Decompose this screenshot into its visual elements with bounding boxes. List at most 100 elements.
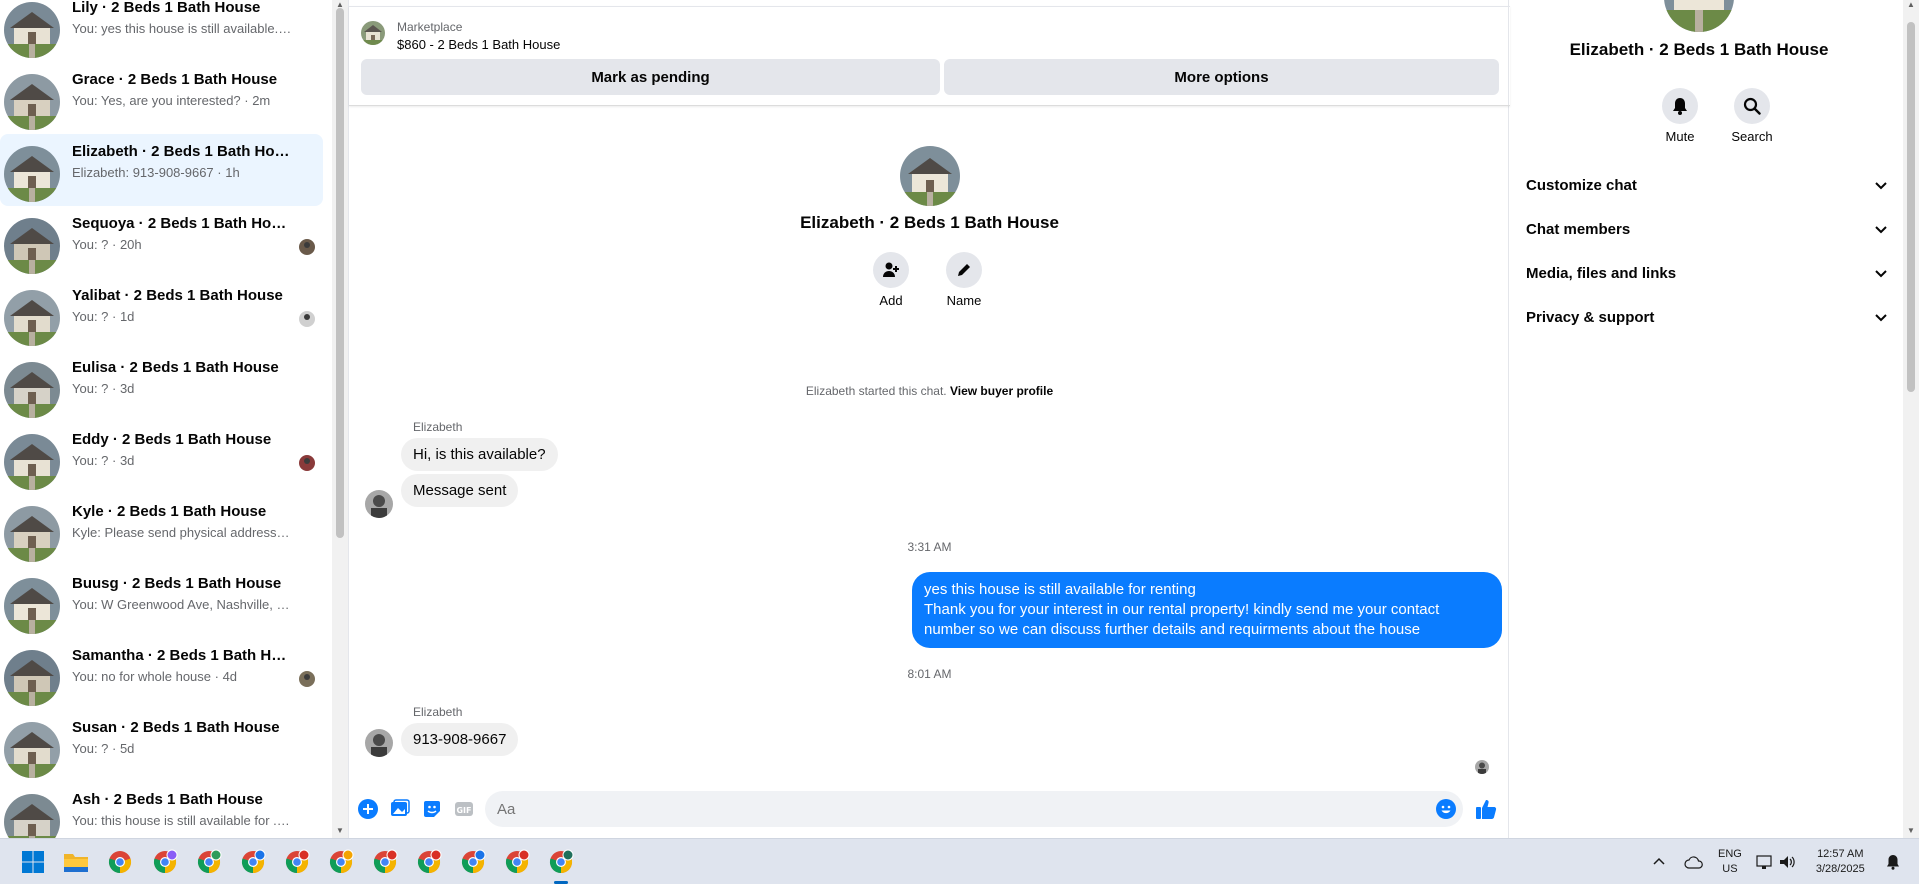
scroll-down-arrow-icon[interactable]: ▼	[1907, 826, 1915, 835]
chrome-browser-icon[interactable]	[458, 847, 488, 877]
conversation-preview: You: this house is still available for .…	[72, 813, 292, 828]
read-receipt-avatar	[299, 239, 315, 255]
add-person-icon	[883, 262, 899, 277]
more-options-button[interactable]: More options	[944, 59, 1499, 95]
conversation-item[interactable]: Kyle · 2 Beds 1 Bath House Kyle: Please s…	[0, 494, 323, 566]
chrome-browser-icon[interactable]	[370, 847, 400, 877]
conversation-name: Eulisa · 2 Beds 1 Bath House	[72, 359, 279, 376]
section-media-files-links[interactable]: Media, files and links	[1526, 255, 1888, 291]
notification-bell-icon[interactable]	[1885, 854, 1901, 870]
incoming-message[interactable]: Hi, is this available?	[401, 438, 558, 471]
conversation-item[interactable]: Samantha · 2 Beds 1 Bath Ho... You: no fo…	[0, 638, 323, 710]
view-buyer-profile-link[interactable]: View buyer profile	[950, 384, 1053, 398]
mute-button[interactable]	[1662, 88, 1698, 124]
listing-thumbnail[interactable]	[361, 21, 385, 45]
section-chat-members[interactable]: Chat members	[1526, 211, 1888, 247]
more-actions-plus-icon[interactable]	[357, 798, 379, 820]
sender-avatar[interactable]	[365, 490, 393, 518]
conversation-text: Samantha · 2 Beds 1 Bath Ho... You: no fo…	[72, 647, 292, 684]
conversation-text: Sequoya · 2 Beds 1 Bath House You: ? · 20…	[72, 215, 292, 252]
scroll-down-arrow-icon[interactable]: ▼	[336, 826, 344, 835]
conversation-list: Lily · 2 Beds 1 Bath House You: yes this …	[0, 0, 332, 838]
section-privacy-support[interactable]: Privacy & support	[1526, 299, 1888, 335]
info-title: Elizabeth · 2 Beds 1 Bath House	[1569, 40, 1829, 59]
chat-title: Elizabeth · 2 Beds 1 Bath House	[800, 213, 1059, 232]
region-code: US	[1722, 863, 1738, 875]
incoming-message[interactable]: Message sent	[401, 474, 519, 507]
conversation-text: Susan · 2 Beds 1 Bath House You: ? · 5d	[72, 719, 292, 756]
add-people-button[interactable]	[873, 252, 909, 288]
conversation-item[interactable]: Sequoya · 2 Beds 1 Bath House You: ? · 20…	[0, 206, 323, 278]
search-in-conversation-button[interactable]	[1734, 88, 1770, 124]
info-panel-scrollbar[interactable]: ▲ ▼	[1903, 0, 1919, 838]
emoji-icon[interactable]	[1435, 798, 1457, 820]
chrome-browser-icon[interactable]	[238, 847, 268, 877]
chrome-browser-icon[interactable]	[326, 847, 356, 877]
sender-avatar[interactable]	[365, 729, 393, 757]
conversation-name: Kyle · 2 Beds 1 Bath House	[72, 503, 267, 520]
conversation-name: Yalibat · 2 Beds 1 Bath House	[72, 287, 283, 304]
conversation-item[interactable]: Susan · 2 Beds 1 Bath House You: ? · 5d	[0, 710, 323, 782]
chrome-browser-icon[interactable]	[194, 847, 224, 877]
section-label: Customize chat	[1526, 176, 1637, 194]
conversation-preview: Elizabeth: 913-908-9667 · 1h	[72, 165, 240, 180]
input-language[interactable]: ENG US	[1718, 847, 1742, 877]
attach-photo-icon[interactable]	[389, 798, 411, 820]
conversation-item[interactable]: Eulisa · 2 Beds 1 Bath House You: ? · 3d	[0, 350, 323, 422]
onedrive-cloud-icon[interactable]	[1684, 855, 1704, 869]
clock-date: 3/28/2025	[1815, 863, 1865, 875]
chevron-down-icon	[1875, 270, 1887, 278]
message-composer: GIF	[349, 788, 1510, 832]
scrollbar-thumb[interactable]	[336, 8, 344, 538]
pencil-icon	[958, 264, 970, 276]
chrome-browser-icon[interactable]	[414, 847, 444, 877]
section-customize-chat[interactable]: Customize chat	[1526, 167, 1888, 203]
chrome-browser-icon[interactable]	[502, 847, 532, 877]
conversation-name: Grace · 2 Beds 1 Bath House	[72, 71, 278, 88]
read-receipt-avatar	[299, 455, 315, 471]
conversation-item[interactable]: Eddy · 2 Beds 1 Bath House You: ? · 3d	[0, 422, 323, 494]
message-input[interactable]	[485, 791, 1463, 827]
listing-title[interactable]: $860 - 2 Beds 1 Bath House	[397, 37, 560, 52]
chat-info-panel: Elizabeth · 2 Beds 1 Bath House Mute Sea…	[1510, 0, 1903, 838]
scrollbar-thumb[interactable]	[1907, 22, 1915, 392]
start-note-text: Elizabeth started this chat.	[805, 384, 947, 398]
clock[interactable]: 12:57 AM 3/28/2025	[1816, 847, 1865, 877]
scroll-up-arrow-icon[interactable]: ▲	[1907, 0, 1915, 9]
conversation-item[interactable]: Ash · 2 Beds 1 Bath House You: this house…	[0, 782, 323, 838]
conversation-item[interactable]: Lily · 2 Beds 1 Bath House You: yes this …	[0, 0, 323, 62]
conversation-preview: Kyle: Please send physical address ... ·…	[72, 525, 292, 540]
info-avatar[interactable]	[1664, 0, 1734, 32]
conversation-list-scrollbar[interactable]: ▲ ▼	[332, 0, 348, 838]
conversation-item[interactable]: Elizabeth · 2 Beds 1 Bath House Elizabeth…	[0, 134, 323, 206]
windows-start-icon[interactable]	[18, 847, 48, 877]
conversation-preview: You: W Greenwood Ave, Nashville, ... · 4…	[72, 597, 292, 612]
section-label: Privacy & support	[1526, 308, 1655, 326]
conversation-item[interactable]: Buusg · 2 Beds 1 Bath House You: W Greenw…	[0, 566, 323, 638]
conversation-avatar	[4, 362, 60, 418]
volume-icon[interactable]	[1778, 854, 1796, 870]
chevron-up-icon[interactable]	[1652, 855, 1666, 869]
mark-as-pending-button[interactable]: Mark as pending	[361, 59, 940, 95]
search-icon	[1743, 97, 1761, 115]
chrome-browser-icon[interactable]	[282, 847, 312, 877]
file-explorer-icon[interactable]	[61, 847, 91, 877]
conversation-item[interactable]: Yalibat · 2 Beds 1 Bath House You: ? · 1d	[0, 278, 323, 350]
outgoing-message[interactable]: yes this house is still available for re…	[912, 572, 1502, 648]
mute-label: Mute	[1665, 129, 1695, 144]
gif-icon[interactable]: GIF	[453, 798, 475, 820]
chrome-browser-icon[interactable]	[150, 847, 180, 877]
sticker-icon[interactable]	[421, 798, 443, 820]
chevron-down-icon	[1875, 314, 1887, 322]
incoming-message[interactable]: 913-908-9667	[401, 723, 519, 756]
conversation-avatar	[4, 218, 60, 274]
chat-avatar[interactable]	[900, 146, 960, 206]
thumbs-up-icon[interactable]	[1475, 798, 1497, 820]
edit-name-button[interactable]	[946, 252, 982, 288]
chrome-browser-icon[interactable]	[105, 847, 135, 877]
network-icon[interactable]	[1756, 854, 1774, 870]
conversation-avatar	[4, 722, 60, 778]
conversation-item[interactable]: Grace · 2 Beds 1 Bath House You: Yes, are…	[0, 62, 323, 134]
language-code: ENG	[1718, 848, 1742, 860]
chrome-browser-icon[interactable]	[546, 847, 576, 877]
